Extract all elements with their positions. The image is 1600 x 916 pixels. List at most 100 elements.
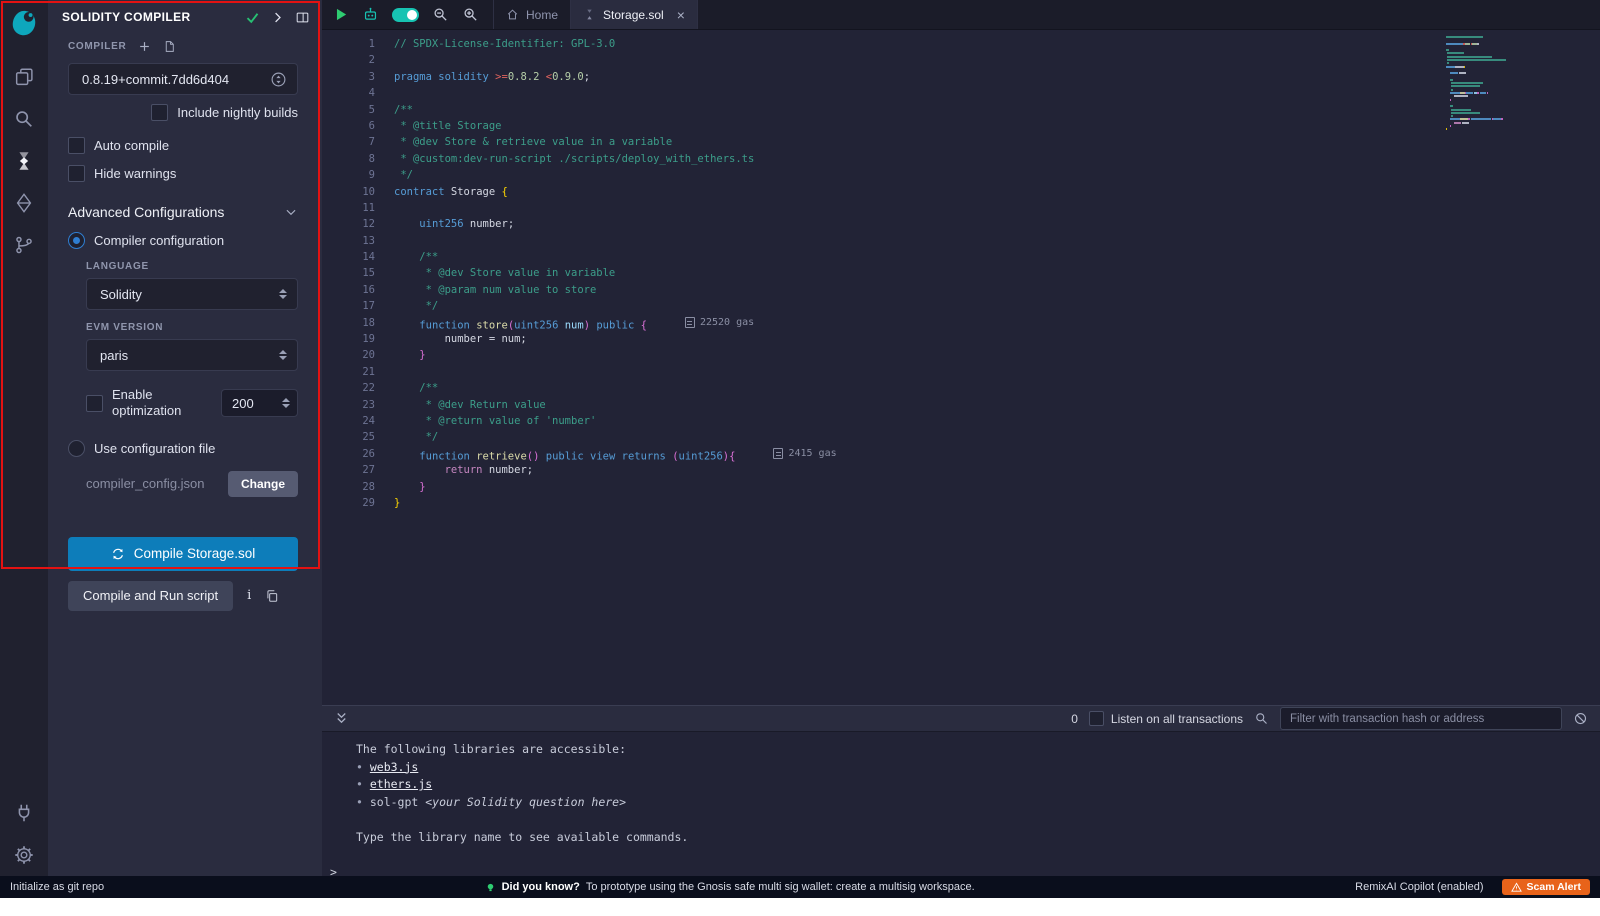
- line-number: 6: [322, 118, 375, 134]
- copy-icon[interactable]: [265, 589, 279, 603]
- settings-gear-icon[interactable]: [11, 842, 37, 868]
- line-number: 25: [322, 429, 375, 445]
- listen-transactions-row[interactable]: Listen on all transactions: [1089, 711, 1243, 726]
- line-number: 20: [322, 347, 375, 363]
- close-tab-icon[interactable]: ×: [677, 8, 685, 22]
- line-number: 4: [322, 85, 375, 101]
- terminal-link[interactable]: web3.js: [370, 760, 418, 774]
- transaction-filter-input[interactable]: [1280, 707, 1562, 730]
- solidity-compiler-icon[interactable]: [11, 148, 37, 174]
- deploy-run-icon[interactable]: [11, 190, 37, 216]
- scam-alert-badge[interactable]: Scam Alert: [1502, 879, 1590, 895]
- ai-copilot-icon[interactable]: [362, 6, 379, 23]
- zoom-out-icon[interactable]: [432, 6, 449, 23]
- optimization-runs-input[interactable]: 200: [221, 389, 298, 417]
- line-number: 17: [322, 298, 375, 314]
- remix-logo-icon[interactable]: [9, 8, 39, 38]
- plugin-manager-icon[interactable]: [11, 800, 37, 826]
- minimap[interactable]: [1446, 36, 1526, 132]
- terminal-link[interactable]: ethers.js: [370, 777, 432, 791]
- include-nightly-row[interactable]: Include nightly builds: [68, 104, 298, 121]
- tab-storage-sol[interactable]: Storage.sol ×: [571, 0, 698, 29]
- code-text: number = num;: [375, 331, 527, 347]
- include-nightly-checkbox[interactable]: [151, 104, 168, 121]
- compiler-configuration-row[interactable]: Compiler configuration: [68, 232, 298, 249]
- minimap-line: [1446, 49, 1526, 51]
- line-number: 29: [322, 495, 375, 511]
- stepper-caret-icon[interactable]: [282, 398, 290, 408]
- gas-estimate: 2415 gas: [773, 446, 836, 462]
- hide-warnings-label: Hide warnings: [94, 166, 176, 181]
- compile-button[interactable]: Compile Storage.sol: [68, 537, 298, 571]
- minimap-line: [1446, 39, 1526, 41]
- change-config-button[interactable]: Change: [228, 471, 298, 497]
- gas-icon: [685, 317, 695, 328]
- enable-optimization-checkbox[interactable]: [86, 395, 103, 412]
- advanced-configurations-header[interactable]: Advanced Configurations: [68, 204, 298, 220]
- terminal-line: The following libraries are accessible:: [356, 741, 1600, 759]
- chevron-right-icon[interactable]: [270, 10, 285, 25]
- search-icon[interactable]: [11, 106, 37, 132]
- code-text: [375, 52, 394, 68]
- code-line: 2: [322, 52, 1600, 68]
- minimap-line: [1446, 128, 1526, 130]
- tab-home[interactable]: Home: [494, 0, 571, 29]
- code-text: */: [375, 429, 438, 445]
- evm-version-label: EVM VERSION: [86, 322, 298, 333]
- line-number: 19: [322, 331, 375, 347]
- line-number: 28: [322, 479, 375, 495]
- minimap-line: [1446, 85, 1526, 87]
- copilot-status[interactable]: RemixAI Copilot (enabled): [1355, 881, 1483, 893]
- code-text: /**: [375, 102, 413, 118]
- chevron-down-icon: [284, 205, 298, 219]
- gas-icon: [773, 448, 783, 459]
- line-number: 8: [322, 151, 375, 167]
- line-number: 5: [322, 102, 375, 118]
- language-label: LANGUAGE: [86, 261, 298, 272]
- terminal-output[interactable]: The following libraries are accessible:•…: [322, 732, 1600, 881]
- zoom-in-icon[interactable]: [462, 6, 479, 23]
- pin-panel-icon[interactable]: [295, 10, 310, 25]
- compiler-version-select[interactable]: 0.8.19+commit.7dd6d404: [68, 63, 298, 95]
- listen-transactions-checkbox[interactable]: [1089, 711, 1104, 726]
- add-custom-compiler-icon[interactable]: [138, 40, 151, 53]
- auto-compile-checkbox[interactable]: [68, 137, 85, 154]
- terminal-search-icon[interactable]: [1254, 711, 1269, 726]
- use-configuration-file-radio[interactable]: [68, 440, 85, 457]
- expand-terminal-icon[interactable]: [334, 711, 349, 726]
- code-editor[interactable]: 1// SPDX-License-Identifier: GPL-3.023pr…: [322, 30, 1600, 705]
- code-text: [375, 85, 394, 101]
- minimap-line: [1446, 59, 1526, 61]
- line-number: 18: [322, 315, 375, 331]
- language-value: Solidity: [100, 287, 142, 302]
- code-text: * @custom:dev-run-script ./scripts/deplo…: [375, 151, 754, 167]
- code-line: 18 function store(uint256 num) public {2…: [322, 315, 1600, 331]
- copilot-toggle[interactable]: [392, 8, 419, 22]
- language-select[interactable]: Solidity: [86, 278, 298, 310]
- status-bar: Initialize as git repo Did you know? To …: [0, 876, 1600, 898]
- line-number: 21: [322, 364, 375, 380]
- tip-text: To prototype using the Gnosis safe multi…: [586, 881, 975, 893]
- compile-and-run-button[interactable]: Compile and Run script: [68, 581, 233, 611]
- git-init-status[interactable]: Initialize as git repo: [10, 881, 104, 893]
- enable-optimization-label: Enable optimization: [112, 387, 198, 420]
- code-line: 8 * @custom:dev-run-script ./scripts/dep…: [322, 151, 1600, 167]
- code-text: }: [375, 479, 426, 495]
- evm-version-select[interactable]: paris: [86, 339, 298, 371]
- hide-warnings-row[interactable]: Hide warnings: [68, 165, 298, 182]
- use-configuration-file-row[interactable]: Use configuration file: [68, 440, 298, 457]
- clear-console-icon[interactable]: [1573, 711, 1588, 726]
- workspaces-icon[interactable]: [11, 64, 37, 90]
- code-line: 10contract Storage {: [322, 184, 1600, 200]
- open-compiler-file-icon[interactable]: [163, 40, 176, 53]
- enable-optimization-row[interactable]: Enable optimization: [86, 387, 198, 420]
- home-icon: [506, 8, 519, 21]
- git-icon[interactable]: [11, 232, 37, 258]
- run-script-icon[interactable]: [332, 6, 349, 23]
- compiler-configuration-radio[interactable]: [68, 232, 85, 249]
- remix-ide: SOLIDITY COMPILER COMPILER 0.8.19+comm: [0, 0, 1600, 916]
- info-icon[interactable]: i: [247, 588, 251, 603]
- code-text: [375, 233, 394, 249]
- auto-compile-row[interactable]: Auto compile: [68, 137, 298, 154]
- hide-warnings-checkbox[interactable]: [68, 165, 85, 182]
